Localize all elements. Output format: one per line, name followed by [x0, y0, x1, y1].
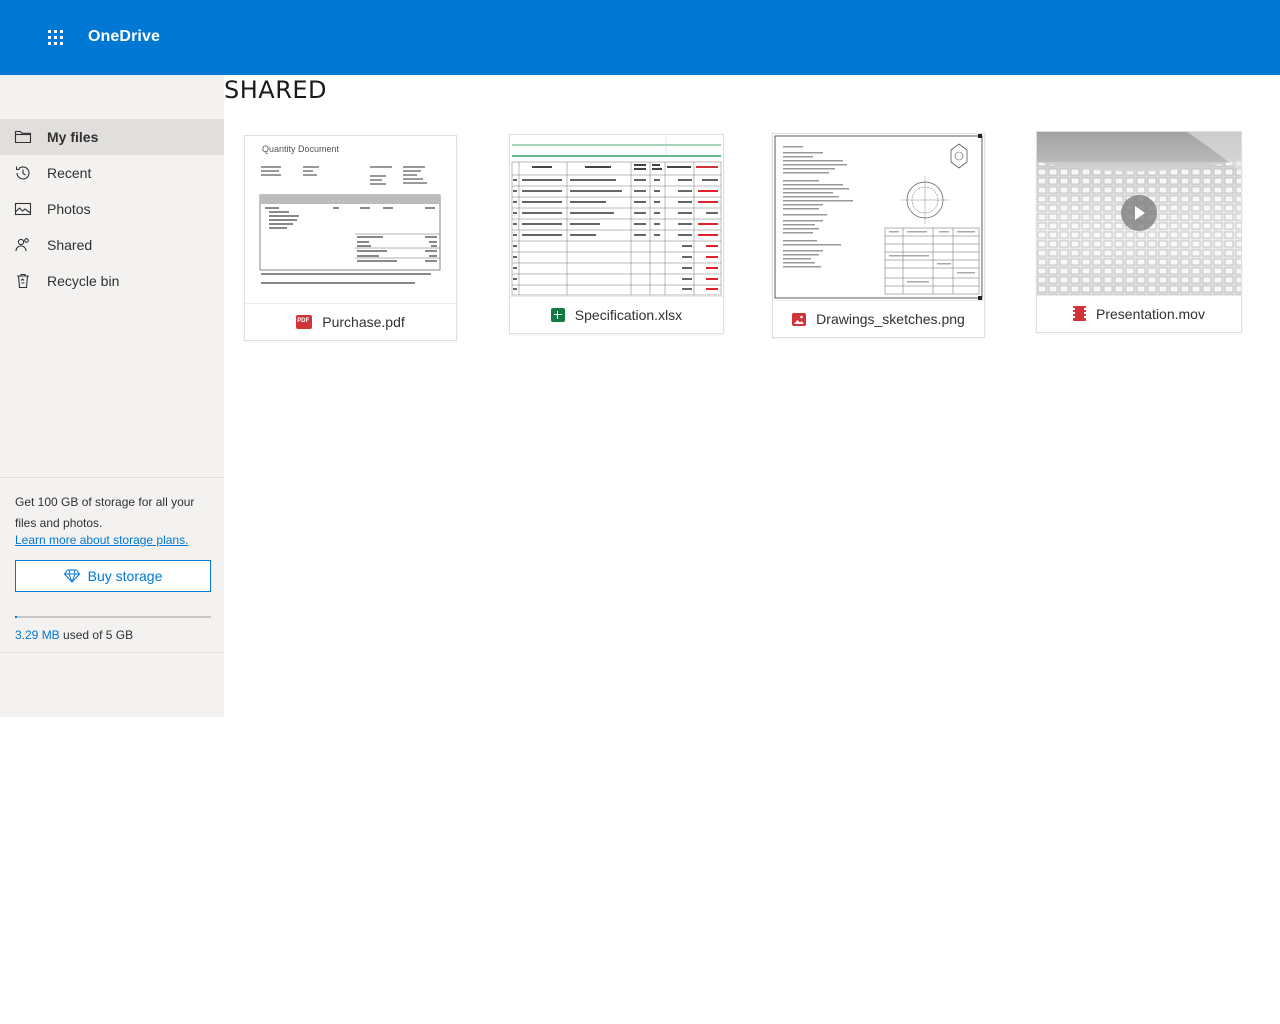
diamond-icon	[63, 569, 80, 583]
recycle-bin-icon	[17, 273, 29, 289]
buy-storage-label: Buy storage	[87, 568, 163, 584]
file-thumbnail: Quantity Document	[245, 136, 456, 304]
sidebar-item-label: Shared	[47, 237, 93, 253]
file-tile-presentation-mov[interactable]: Presentation.mov	[1036, 131, 1242, 333]
sidebar-item-label: Photos	[47, 201, 91, 217]
top-bar: OneDrive	[0, 0, 1280, 75]
storage-promo-text: Get 100 GB of storage for all your files…	[15, 495, 195, 530]
sidebar-item-label: Recent	[47, 165, 92, 181]
storage-used-value[interactable]: 3.29 MB	[15, 628, 60, 642]
storage-quota-fill	[15, 616, 17, 618]
storage-plans-link[interactable]: Learn more about storage plans.	[15, 533, 188, 547]
file-name[interactable]: Specification.xlsx	[575, 307, 682, 323]
clock-icon	[15, 166, 30, 180]
app-title[interactable]: OneDrive	[88, 28, 160, 46]
file-name[interactable]: Drawings_sketches.png	[816, 311, 965, 327]
photo-icon	[14, 202, 32, 216]
play-button-icon[interactable]	[1121, 195, 1157, 231]
pdf-page-preview	[259, 166, 441, 284]
people-icon	[15, 238, 29, 252]
storage-quota-text: 3.29 MB used of 5 GB	[15, 628, 133, 642]
sidebar-item-label: My files	[47, 129, 99, 145]
storage-panel: Get 100 GB of storage for all your files…	[0, 477, 224, 653]
app-launcher-icon[interactable]	[44, 26, 68, 50]
file-thumbnail	[510, 135, 723, 297]
file-caption: Specification.xlsx	[510, 296, 723, 333]
pdf-icon: PDF	[296, 315, 313, 329]
sidebar-item-label: Recycle bin	[47, 273, 120, 289]
file-tile-drawings-png[interactable]: Drawings_sketches.png	[772, 133, 985, 338]
file-caption: PDF Purchase.pdf	[245, 304, 456, 340]
buy-storage-button[interactable]: Buy storage	[15, 560, 211, 592]
image-icon	[792, 312, 807, 326]
storage-quota-bar	[15, 616, 211, 618]
file-caption: Drawings_sketches.png	[773, 301, 984, 337]
sidebar-nav: My files Recent Photos Shared Recycle bi…	[0, 119, 224, 299]
file-tile-purchase-pdf[interactable]: Quantity Document PDF Purchase.pdf	[244, 135, 457, 341]
drawing-preview	[774, 134, 983, 300]
sidebar-item-shared[interactable]: Shared	[0, 227, 224, 263]
file-name[interactable]: Presentation.mov	[1096, 306, 1205, 322]
sidebar-item-recent[interactable]: Recent	[0, 155, 224, 191]
file-thumbnail	[1037, 132, 1241, 296]
video-icon	[1073, 306, 1087, 321]
storage-used-suffix: used of 5 GB	[59, 628, 134, 642]
file-tile-specification-xlsx[interactable]: Specification.xlsx	[509, 134, 724, 334]
page-title: SHARED	[224, 76, 328, 104]
file-name[interactable]: Purchase.pdf	[322, 314, 405, 330]
excel-icon	[550, 307, 565, 322]
file-thumbnail	[773, 134, 984, 301]
file-caption: Presentation.mov	[1037, 295, 1241, 332]
sidebar-item-photos[interactable]: Photos	[0, 191, 224, 227]
folder-icon	[14, 130, 32, 144]
sidebar: My files Recent Photos Shared Recycle bi…	[0, 75, 224, 717]
sidebar-item-recycle-bin[interactable]: Recycle bin	[0, 263, 224, 299]
sidebar-item-my-files[interactable]: My files	[0, 119, 224, 155]
spreadsheet-preview	[511, 137, 722, 296]
